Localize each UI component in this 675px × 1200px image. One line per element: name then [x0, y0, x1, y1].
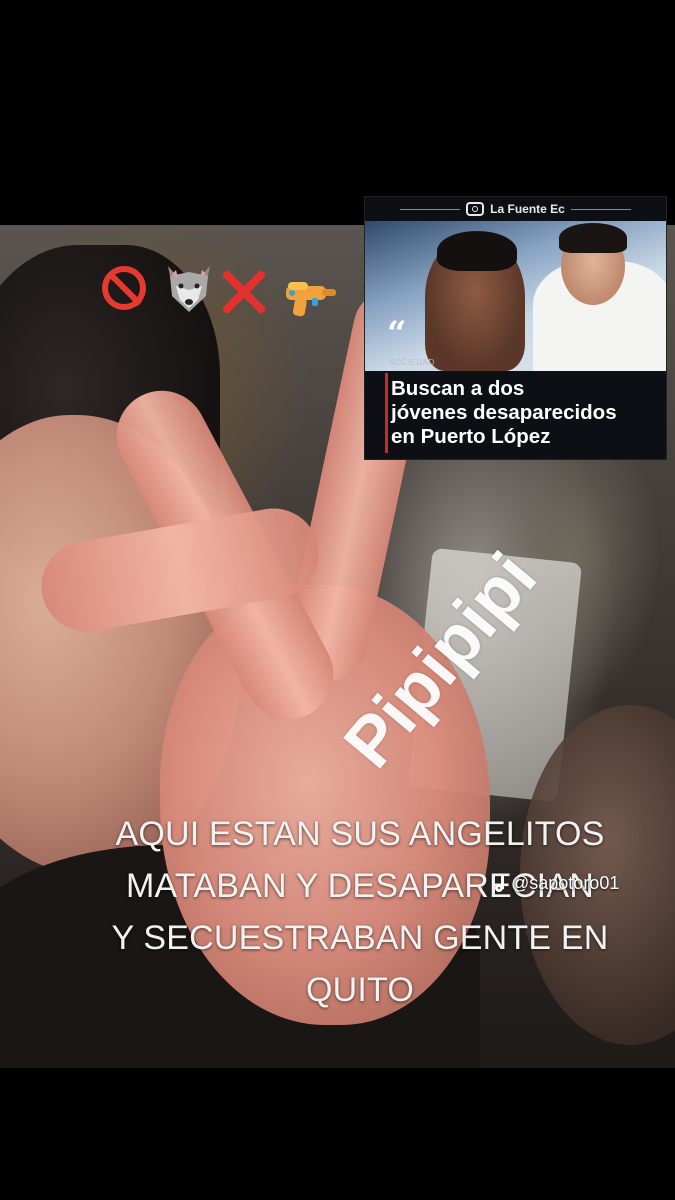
- news-headline: Buscan a dos jóvenes desaparecidos en Pu…: [391, 377, 661, 449]
- divider: [400, 208, 461, 210]
- news-photo: [365, 221, 666, 371]
- news-logo-icon: [466, 202, 485, 216]
- handle-text: @sapotoro01: [511, 873, 620, 893]
- tiktok-handle: @sapotoro01: [494, 873, 619, 894]
- quote-icon: “: [387, 314, 407, 354]
- news-source: La Fuente Ec: [490, 202, 565, 216]
- emoji-row: [102, 262, 342, 326]
- tiktok-icon: [494, 874, 508, 893]
- news-headline-line: jóvenes desaparecidos: [391, 401, 617, 424]
- letterbox-top: [0, 0, 675, 225]
- caption-line: AQUI ESTAN SUS ANGELITOS: [115, 815, 605, 853]
- news-person-right-hair: [559, 223, 627, 253]
- news-section: SOCIEDAD: [389, 358, 435, 367]
- divider: [570, 208, 631, 210]
- news-person-left-hair: [437, 231, 517, 271]
- letterbox-bottom: [0, 1068, 675, 1200]
- news-accent-bar: [385, 373, 388, 453]
- prohibited-icon: [102, 266, 146, 310]
- water-pistol-icon: [282, 276, 338, 320]
- caption: AQUI ESTAN SUS ANGELITOS MATABAN Y DESAP…: [70, 808, 650, 1016]
- wolf-icon: [162, 264, 216, 314]
- caption-line: Y SECUESTRABAN GENTE EN: [111, 919, 609, 957]
- news-headline-line: en Puerto López: [391, 425, 551, 448]
- news-card: La Fuente Ec “ SOCIEDAD Buscan a dos jóv…: [364, 196, 667, 460]
- news-header: La Fuente Ec: [365, 197, 666, 221]
- cross-mark-icon: [220, 268, 268, 316]
- news-headline-line: Buscan a dos: [391, 377, 525, 400]
- caption-line: QUITO: [305, 971, 415, 1009]
